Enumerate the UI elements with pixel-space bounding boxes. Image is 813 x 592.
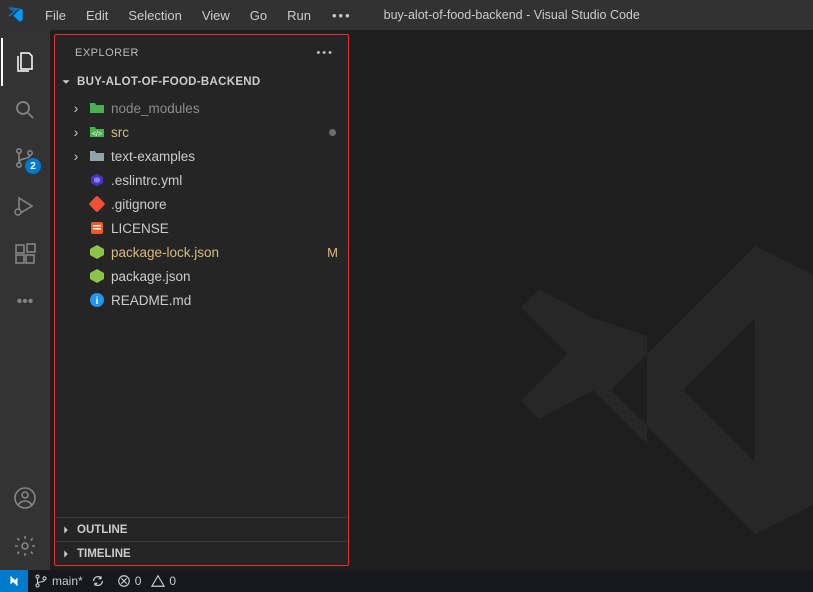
tree-file-readme[interactable]: › i README.md xyxy=(55,288,348,312)
files-icon xyxy=(13,50,37,74)
vscode-watermark-icon xyxy=(503,210,813,570)
tree-file-gitignore[interactable]: › .gitignore xyxy=(55,192,348,216)
gear-icon xyxy=(13,534,37,558)
info-icon: i xyxy=(89,292,105,308)
tree-file-package[interactable]: › package.json xyxy=(55,264,348,288)
activity-account[interactable] xyxy=(1,474,49,522)
status-bar: main* 0 0 xyxy=(0,570,813,592)
activity-more[interactable]: ••• xyxy=(1,278,49,326)
vscode-logo-icon xyxy=(8,7,24,23)
chevron-right-icon: › xyxy=(69,101,83,116)
chevron-down-icon xyxy=(59,75,73,89)
tree-label: text-examples xyxy=(111,149,195,164)
activity-settings[interactable] xyxy=(1,522,49,570)
menu-run[interactable]: Run xyxy=(278,0,320,30)
timeline-section[interactable]: TIMELINE xyxy=(55,541,348,565)
nodejs-icon xyxy=(89,244,105,260)
play-bug-icon xyxy=(13,194,37,218)
activity-bar: 2 ••• xyxy=(0,30,50,570)
tree-file-license[interactable]: › LICENSE xyxy=(55,216,348,240)
activity-extensions[interactable] xyxy=(1,230,49,278)
modified-badge: M xyxy=(327,245,338,260)
activity-debug[interactable] xyxy=(1,182,49,230)
explorer-sidebar: EXPLORER ••• BUY-ALOT-OF-FOOD-BACKEND › … xyxy=(54,34,349,566)
activity-search[interactable] xyxy=(1,86,49,134)
license-icon xyxy=(89,220,105,236)
tree-label: .gitignore xyxy=(111,197,167,212)
folder-icon xyxy=(89,148,105,164)
project-name: BUY-ALOT-OF-FOOD-BACKEND xyxy=(77,76,261,88)
folder-icon xyxy=(89,100,105,116)
tree-folder-node_modules[interactable]: › node_modules xyxy=(55,96,348,120)
explorer-header: EXPLORER ••• xyxy=(55,35,348,70)
warning-count: 0 xyxy=(169,574,176,588)
svg-text:</>: </> xyxy=(92,131,102,138)
menu-selection[interactable]: Selection xyxy=(119,0,190,30)
search-icon xyxy=(13,98,37,122)
editor-area xyxy=(349,30,813,570)
remote-button[interactable] xyxy=(0,570,28,592)
titlebar: File Edit Selection View Go Run ••• buy-… xyxy=(0,0,813,30)
chevron-right-icon xyxy=(59,523,73,537)
outline-section[interactable]: OUTLINE xyxy=(55,517,348,541)
chevron-right-icon: › xyxy=(69,149,83,164)
window-title: buy-alot-of-food-backend - Visual Studio… xyxy=(384,8,640,22)
branch-status[interactable]: main* xyxy=(28,570,111,592)
error-icon xyxy=(117,574,131,588)
tree-label: node_modules xyxy=(111,101,200,116)
tree-label: package.json xyxy=(111,269,191,284)
git-icon xyxy=(89,196,105,212)
explorer-actions[interactable]: ••• xyxy=(316,47,334,59)
tree-label: LICENSE xyxy=(111,221,169,236)
menu-go[interactable]: Go xyxy=(241,0,276,30)
eslint-icon xyxy=(89,172,105,188)
svg-text:i: i xyxy=(96,296,99,307)
project-section[interactable]: BUY-ALOT-OF-FOOD-BACKEND xyxy=(55,70,348,94)
account-icon xyxy=(13,486,37,510)
tree-folder-src[interactable]: › </> src xyxy=(55,120,348,144)
tree-label: .eslintrc.yml xyxy=(111,173,182,188)
modified-dot-icon xyxy=(329,129,336,136)
activity-scm[interactable]: 2 xyxy=(1,134,49,182)
explorer-title: EXPLORER xyxy=(75,47,139,59)
error-count: 0 xyxy=(135,574,142,588)
sync-icon xyxy=(91,574,105,588)
nodejs-icon xyxy=(89,268,105,284)
section-label: TIMELINE xyxy=(77,548,131,560)
problems-status[interactable]: 0 0 xyxy=(111,570,182,592)
tree-folder-text-examples[interactable]: › text-examples xyxy=(55,144,348,168)
tree-label: src xyxy=(111,125,129,140)
tree-file-package-lock[interactable]: › package-lock.json M xyxy=(55,240,348,264)
menu-edit[interactable]: Edit xyxy=(77,0,117,30)
section-label: OUTLINE xyxy=(77,524,127,536)
extensions-icon xyxy=(13,242,37,266)
git-branch-icon xyxy=(34,574,48,588)
branch-name: main* xyxy=(52,574,83,588)
menu-file[interactable]: File xyxy=(36,0,75,30)
menu-overflow[interactable]: ••• xyxy=(322,8,362,23)
scm-badge: 2 xyxy=(25,158,41,174)
warning-icon xyxy=(151,574,165,588)
tree-label: README.md xyxy=(111,293,191,308)
chevron-right-icon xyxy=(59,547,73,561)
chevron-right-icon: › xyxy=(69,125,83,140)
tree-label: package-lock.json xyxy=(111,245,219,260)
folder-src-icon: </> xyxy=(89,124,105,140)
menu-view[interactable]: View xyxy=(193,0,239,30)
file-tree: › node_modules › </> src › text-examples… xyxy=(55,94,348,517)
activity-explorer[interactable] xyxy=(1,38,49,86)
remote-icon xyxy=(7,574,21,588)
tree-file-eslintrc[interactable]: › .eslintrc.yml xyxy=(55,168,348,192)
